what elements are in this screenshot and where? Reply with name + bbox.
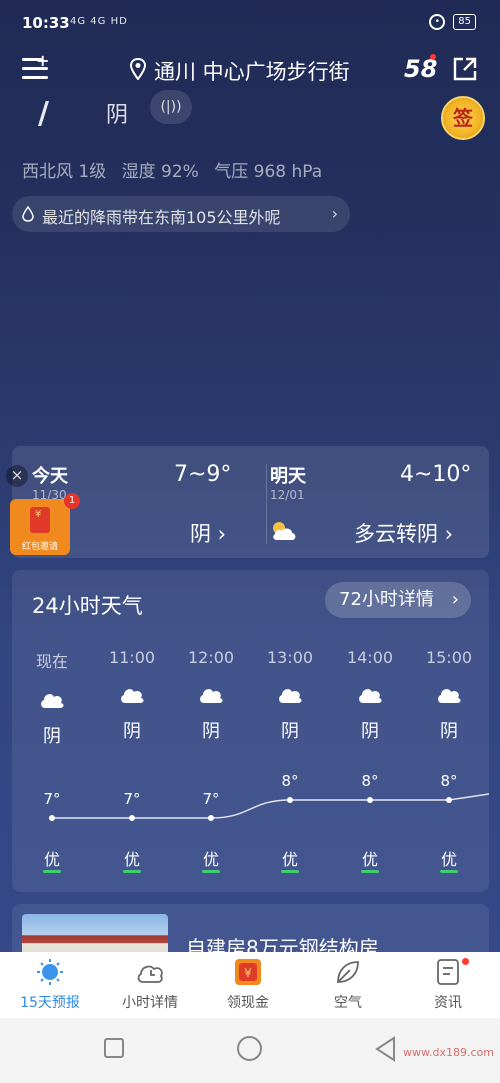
redpacket-invite-button[interactable]: 1 红包邀请: [10, 493, 80, 555]
voice-broadcast-button[interactable]: (|)): [150, 90, 192, 124]
svg-text:¥: ¥: [244, 966, 252, 980]
temperature-point: [446, 797, 452, 803]
status-right: • 85: [429, 14, 476, 30]
watermark: www.dx189.com: [403, 1046, 494, 1059]
share-icon[interactable]: [452, 56, 478, 82]
header: + 通川 中心广场步行街 58: [0, 48, 500, 92]
tab-get-cash[interactable]: ¥ 领现金: [198, 952, 298, 1018]
location-name[interactable]: 通川 中心广场步行街: [154, 56, 374, 86]
chevron-right-icon: ›: [331, 204, 338, 223]
tab-news[interactable]: 资讯: [398, 952, 498, 1018]
temperature-point: [208, 815, 214, 821]
tomorrow-condition[interactable]: 多云转阴 ›: [354, 518, 453, 548]
location-pin-icon: [130, 58, 146, 80]
tab-hourly-details[interactable]: 小时详情: [100, 952, 200, 1018]
tab-air[interactable]: 空气: [298, 952, 398, 1018]
cash-icon: ¥: [235, 959, 261, 985]
tomorrow-temp: 4~10°: [400, 462, 472, 487]
today-temp: 7~9°: [174, 462, 232, 487]
temperature-point: [287, 797, 293, 803]
tab-label: 空气: [334, 995, 362, 1011]
pressure-info: 气压 968 hPa: [214, 162, 323, 182]
city-menu-icon[interactable]: +: [22, 51, 50, 82]
redpacket-label: 红包邀请: [21, 542, 58, 552]
temperature-point: [49, 815, 55, 821]
raindrop-icon: [22, 206, 34, 222]
temperature-point: [129, 815, 135, 821]
humidity-info: 湿度 92%: [121, 162, 199, 182]
weather-details: 西北风 1级 湿度 92% 气压 968 hPa: [22, 157, 332, 182]
battery-indicator: 85: [453, 14, 476, 30]
lock-icon: •: [429, 14, 446, 30]
network-indicator: 4G 4G HD: [70, 16, 128, 27]
tab-label: 资讯: [434, 995, 462, 1011]
current-condition: 阴: [106, 103, 129, 128]
news-notification-dot: [462, 958, 469, 965]
daily-forecast-card: 今天 11/30 7~9° 阴 › 明天 12/01 4~10° 多云转阴 ›: [12, 446, 489, 558]
news-item[interactable]: 自建房8万元钢结构房: [12, 904, 489, 952]
tab-15day-forecast[interactable]: 15天预报: [0, 952, 100, 1018]
news-icon: [437, 959, 459, 985]
status-time: 10:33: [22, 14, 70, 32]
wind-info: 西北风 1级: [22, 162, 107, 182]
sign-in-button[interactable]: 签: [441, 96, 485, 140]
today-label: 今天: [32, 466, 68, 487]
tab-label: 领现金: [227, 995, 269, 1011]
hourly-forecast-card: 24小时天气 72小时详情 › 现在阴 7° 优 11:00 阴 7° 优 12:00 阴 7° 优 1…: [12, 570, 489, 892]
leaf-icon: [337, 961, 359, 983]
recent-apps-button[interactable]: [104, 1038, 124, 1058]
bottom-navigation: 15天预报 小时详情 ¥ 领现金 空气 资讯: [0, 952, 500, 1018]
red-envelope-icon: [30, 507, 50, 533]
tomorrow-date: 12/01: [270, 488, 305, 502]
back-button[interactable]: [374, 1036, 398, 1062]
partly-cloudy-icon: [273, 522, 296, 540]
notification-dot: [430, 54, 436, 60]
tomorrow-label: 明天: [270, 466, 306, 487]
close-redpacket-button[interactable]: ×: [6, 465, 28, 487]
temperature-line: [52, 793, 489, 819]
tab-label: 小时详情: [122, 995, 178, 1011]
rain-notice-text: 最近的降雨带在东南105公里外呢: [42, 208, 281, 227]
clock-cloud-icon: [137, 965, 163, 983]
status-bar: 10:33 4G 4G HD • 85: [0, 0, 500, 44]
news-title: 自建房8万元钢结构房: [186, 936, 379, 952]
redpacket-count-badge: 1: [64, 493, 80, 509]
divider: [266, 464, 267, 544]
tab-label: 15天预报: [20, 995, 80, 1011]
sun-icon: [37, 959, 63, 985]
news-thumbnail: [22, 914, 168, 952]
today-condition[interactable]: 阴 ›: [190, 518, 226, 548]
temperature-point: [367, 797, 373, 803]
temperature-line-chart: [49, 793, 489, 821]
current-temperature: /: [38, 96, 49, 131]
rain-notice-button[interactable]: 最近的降雨带在东南105公里外呢 ›: [12, 196, 350, 232]
home-button[interactable]: [237, 1036, 262, 1061]
